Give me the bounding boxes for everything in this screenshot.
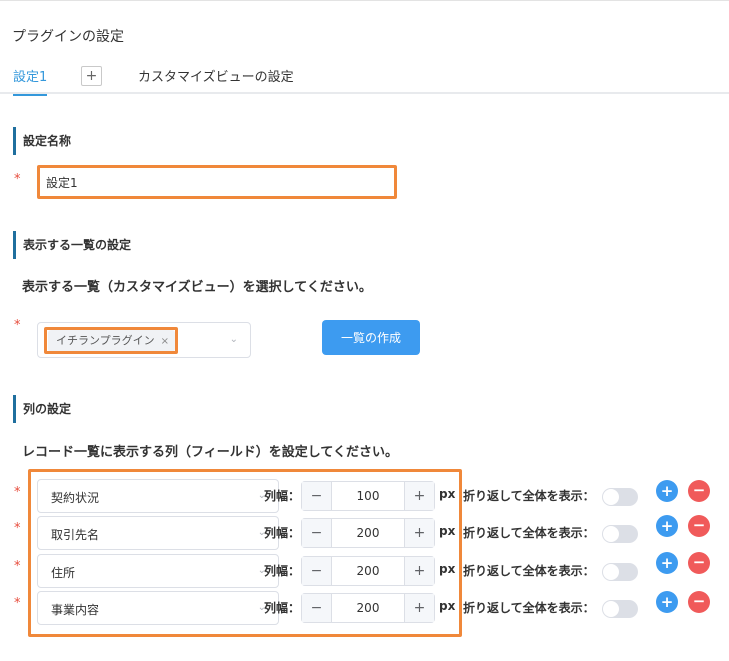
toggle-knob [603, 526, 619, 542]
chevron-down-icon: ⌄ [229, 334, 238, 345]
remove-row-button[interactable]: − [688, 552, 710, 574]
add-row-button[interactable]: + [656, 480, 678, 502]
toggle-knob [603, 601, 619, 617]
wrap-toggle[interactable] [602, 488, 638, 506]
add-row-button[interactable]: + [656, 515, 678, 537]
wrap-toggle[interactable] [602, 600, 638, 618]
wrap-toggle[interactable] [602, 525, 638, 543]
top-border [0, 0, 729, 1]
highlight-frame [44, 327, 178, 354]
add-tab-button[interactable]: + [81, 66, 102, 86]
wrap-label: 折り返して全体を表示： [463, 564, 595, 578]
highlight-frame [28, 469, 462, 637]
tab-bar: 設定1 + カスタマイズビューの設定 [0, 60, 729, 96]
tab-customize-view[interactable]: カスタマイズビューの設定 [138, 66, 294, 85]
page-title: プラグインの設定 [12, 29, 124, 45]
wrap-label: 折り返して全体を表示： [463, 526, 595, 540]
required-mark: * [14, 172, 21, 187]
add-row-button[interactable]: + [656, 552, 678, 574]
setting-name-input[interactable] [40, 168, 394, 196]
wrap-label: 折り返して全体を表示： [463, 601, 595, 615]
add-row-button[interactable]: + [656, 591, 678, 613]
required-mark: * [14, 485, 21, 500]
list-description: 表示する一覧（カスタマイズビュー）を選択してください。 [22, 280, 372, 295]
wrap-label: 折り返して全体を表示： [463, 489, 595, 503]
toggle-knob [603, 489, 619, 505]
section-heading-columns: 列の設定 [13, 395, 71, 423]
toggle-knob [603, 564, 619, 580]
remove-row-button[interactable]: − [688, 515, 710, 537]
tab-settings-1[interactable]: 設定1 [13, 66, 48, 96]
required-mark: * [14, 559, 21, 574]
required-mark: * [14, 318, 21, 333]
wrap-toggle[interactable] [602, 563, 638, 581]
required-mark: * [14, 521, 21, 536]
remove-row-button[interactable]: − [688, 480, 710, 502]
column-description: レコード一覧に表示する列（フィールド）を設定してください。 [22, 445, 398, 460]
required-mark: * [14, 596, 21, 611]
section-heading-list: 表示する一覧の設定 [13, 231, 131, 259]
section-heading-name: 設定名称 [13, 127, 71, 155]
create-list-button[interactable]: 一覧の作成 [322, 320, 420, 355]
remove-row-button[interactable]: − [688, 591, 710, 613]
